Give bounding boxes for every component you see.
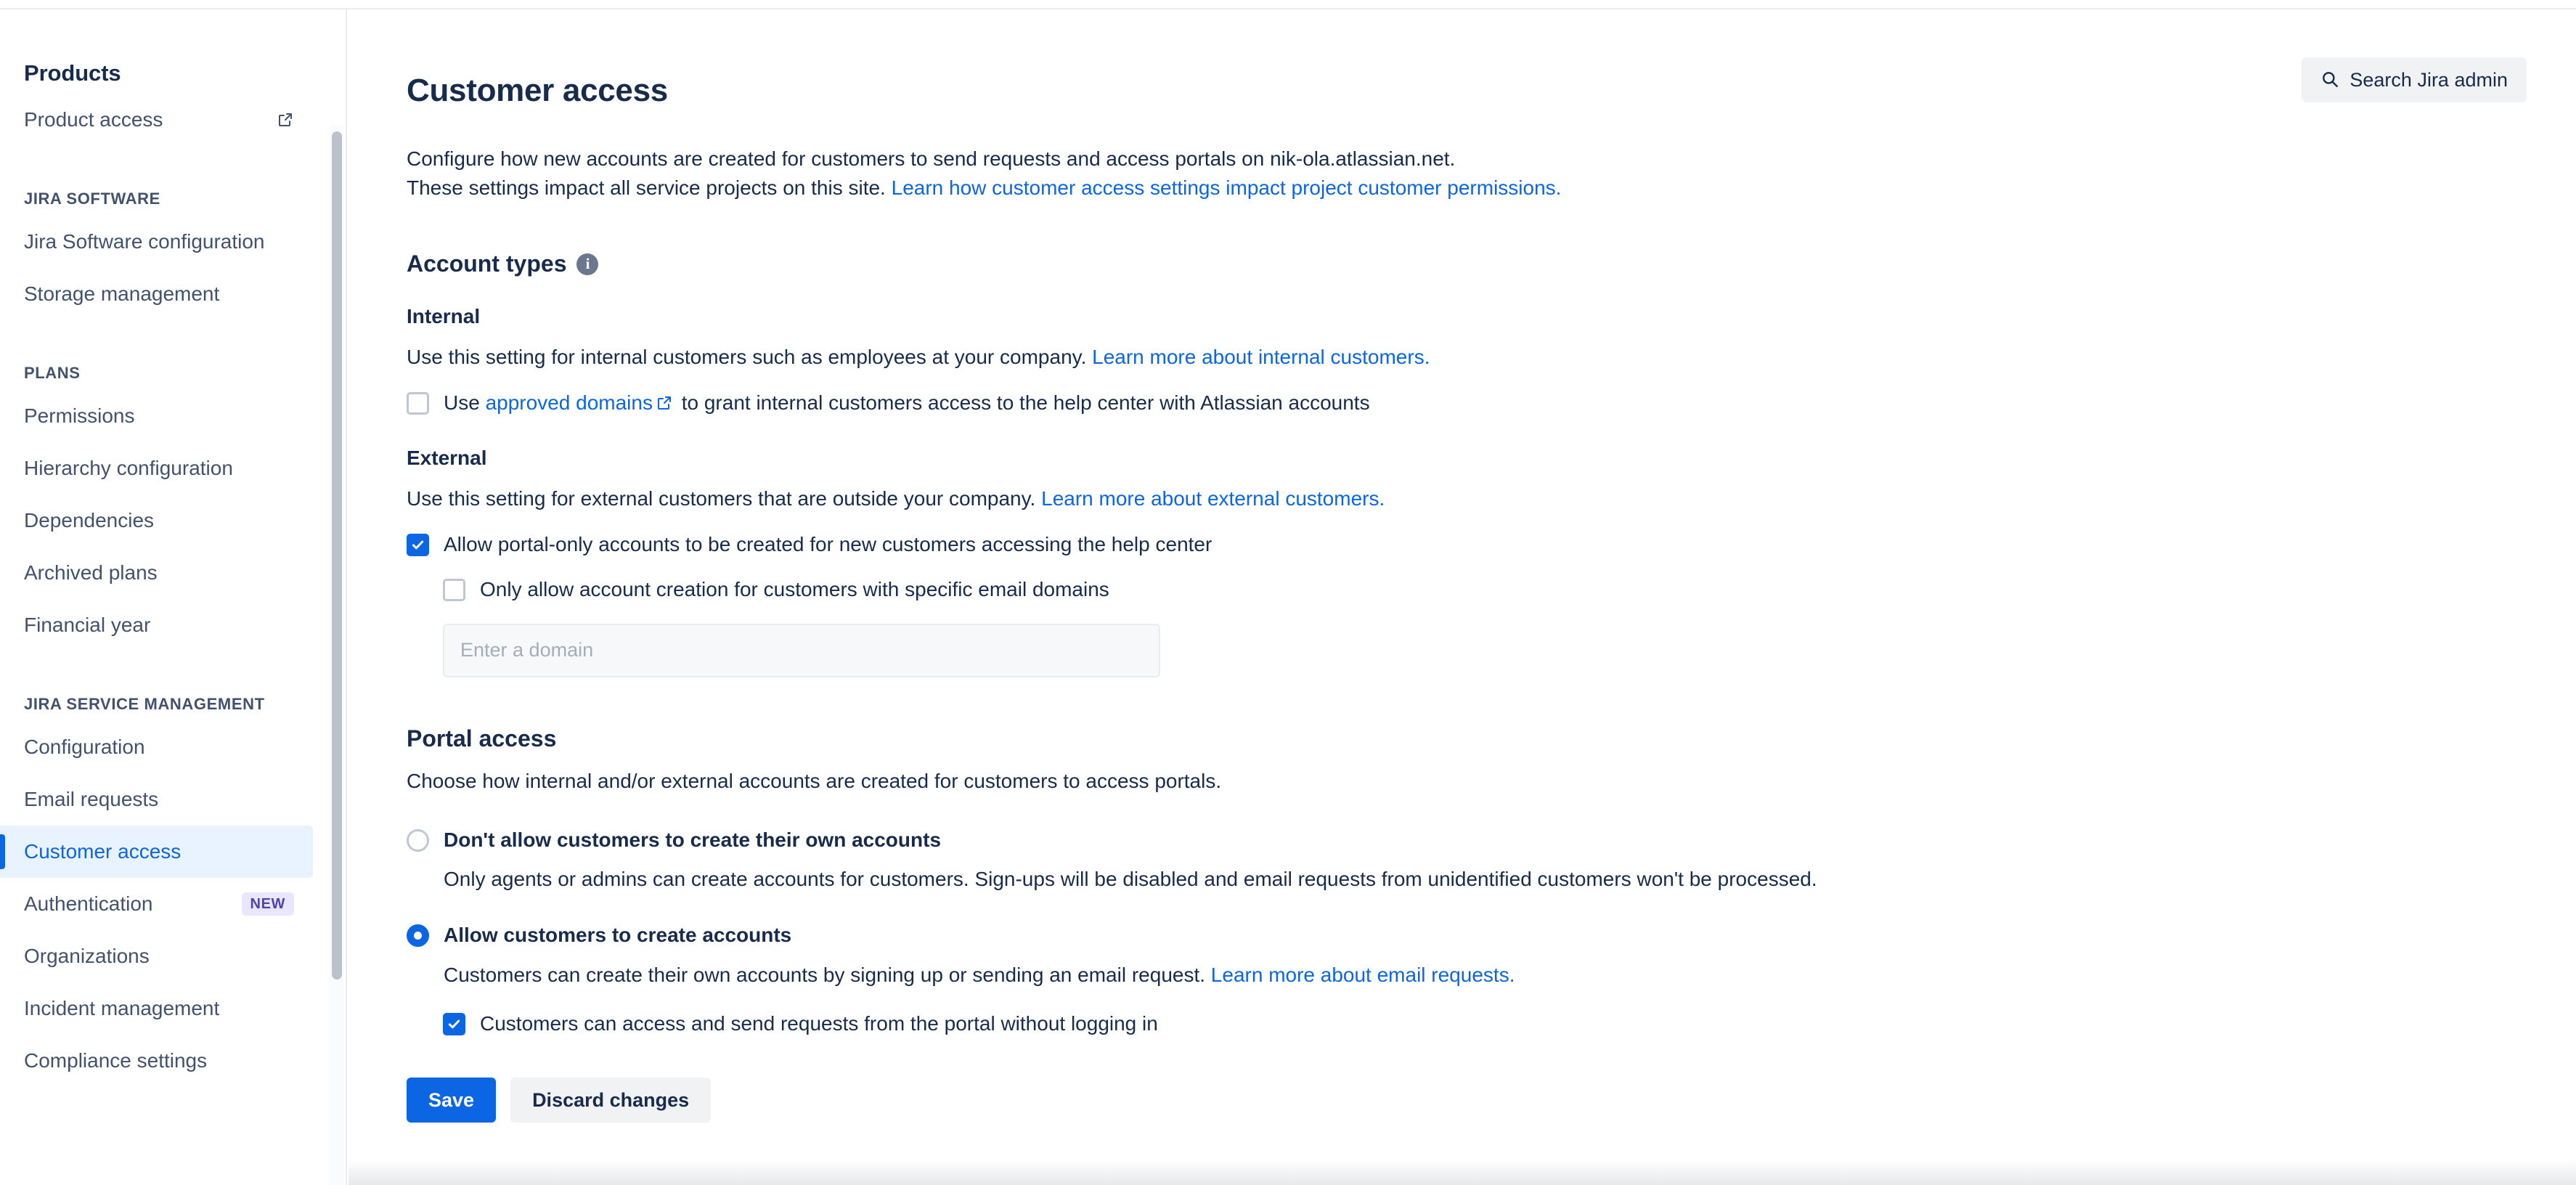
sidebar-group-jira-software: JIRA SOFTWARE — [24, 190, 160, 208]
internal-description: Use this setting for internal customers … — [407, 343, 2512, 371]
external-description: Use this setting for external customers … — [407, 484, 2512, 513]
sidebar-item-label: Dependencies — [24, 509, 155, 532]
admin-sidebar: Products Product access JIRA SOFTWARE Ji… — [0, 9, 347, 1185]
radio-dont-allow-label: Don't allow customers to create their ow… — [444, 828, 942, 851]
learn-more-internal-customers-link[interactable]: Learn more about internal customers. — [1092, 346, 1430, 368]
sidebar-item-storage-management[interactable]: Storage management — [0, 268, 313, 320]
page-title: Customer access — [407, 73, 668, 109]
sidebar-item-organizations[interactable]: Organizations — [0, 930, 313, 982]
radio-dont-allow-row[interactable]: Don't allow customers to create their ow… — [407, 827, 2512, 853]
search-button-label: Search Jira admin — [2349, 68, 2508, 91]
sidebar-item-label: Organizations — [24, 945, 150, 967]
radio-allow-create-description: Customers can create their own accounts … — [444, 961, 2512, 989]
radio-allow-create-label: Allow customers to create accounts — [444, 924, 792, 947]
portal-without-login-checkbox-row[interactable]: Customers can access and send requests f… — [443, 1011, 2512, 1037]
intro-line-2-prefix: These settings impact all service projec… — [407, 176, 892, 200]
approved-domains-checkbox-row[interactable]: Use approved domains to grant internal c… — [407, 390, 2512, 418]
domain-input[interactable] — [443, 623, 1160, 677]
sidebar-item-permissions[interactable]: Permissions — [0, 390, 313, 442]
approved-domains-text-after: to grant internal customers access to th… — [675, 391, 1370, 415]
main-content: Customer access Search Jira admin Config… — [349, 9, 2576, 1185]
sidebar-item-jira-software-configuration[interactable]: Jira Software configuration — [0, 216, 313, 268]
external-link-icon — [656, 392, 673, 418]
sidebar-item-compliance-settings[interactable]: Compliance settings — [0, 1035, 313, 1087]
radio-dont-allow-accounts[interactable] — [407, 828, 429, 852]
sidebar-group-plans: PLANS — [24, 364, 81, 382]
new-badge: NEW — [241, 892, 294, 916]
sidebar-item-label: Financial year — [24, 614, 151, 636]
sidebar-item-label: Permissions — [24, 404, 135, 427]
portal-only-accounts-label: Allow portal-only accounts to be created… — [444, 532, 1212, 555]
form-actions: Save Discard changes — [407, 1078, 2512, 1123]
sidebar-scroll-content: Products Product access JIRA SOFTWARE Ji… — [0, 9, 330, 1087]
radio-allow-create-description-text: Customers can create their own accounts … — [444, 963, 1211, 986]
search-jira-admin-button[interactable]: Search Jira admin — [2302, 57, 2527, 102]
radio-dont-allow-description: Only agents or admins can create account… — [444, 868, 1817, 891]
account-types-title: Account types — [407, 251, 567, 277]
sidebar-item-label: Jira Software configuration — [24, 230, 265, 253]
radio-allow-create-row[interactable]: Allow customers to create accounts — [407, 922, 2512, 948]
sidebar-group-jira-service-management: JIRA SERVICE MANAGEMENT — [24, 695, 265, 713]
sidebar-item-customer-access[interactable]: Customer access — [0, 826, 313, 878]
sidebar-item-incident-management[interactable]: Incident management — [0, 982, 313, 1035]
approved-domains-link[interactable]: approved domains — [486, 391, 653, 414]
sidebar-item-label: Email requests — [24, 788, 159, 810]
sidebar-item-label: Incident management — [24, 997, 220, 1019]
learn-more-email-requests-link[interactable]: Learn more about email requests. — [1211, 964, 1515, 986]
specific-email-domains-checkbox[interactable] — [443, 579, 465, 602]
sidebar-item-email-requests[interactable]: Email requests — [0, 773, 313, 826]
sidebar-item-label: Customer access — [24, 840, 182, 863]
sidebar-item-dependencies[interactable]: Dependencies — [0, 494, 313, 547]
portal-without-login-checkbox[interactable] — [443, 1012, 465, 1035]
search-icon — [2320, 70, 2339, 91]
sidebar-item-authentication[interactable]: Authentication NEW — [0, 878, 313, 930]
portal-only-accounts-checkbox-row[interactable]: Allow portal-only accounts to be created… — [407, 532, 2512, 558]
sidebar-item-label: Product access — [24, 108, 163, 131]
approved-domains-checkbox[interactable] — [407, 392, 429, 415]
app-window: Products Product access JIRA SOFTWARE Ji… — [0, 0, 2576, 1185]
portal-access-title: Portal access — [407, 725, 557, 752]
portal-only-accounts-checkbox[interactable] — [407, 533, 429, 556]
specific-email-domains-label: Only allow account creation for customer… — [480, 578, 1109, 601]
intro-line-2: These settings impact all service projec… — [407, 174, 2512, 203]
sidebar-item-label: Configuration — [24, 736, 145, 758]
sidebar-item-product-access[interactable]: Product access — [0, 94, 313, 146]
external-subheading: External — [407, 446, 487, 469]
portal-access-description: Choose how internal and/or external acco… — [407, 769, 1222, 792]
sidebar-heading: Products — [24, 60, 121, 86]
specific-email-domains-checkbox-row[interactable]: Only allow account creation for customer… — [443, 577, 2512, 603]
learn-more-external-customers-link[interactable]: Learn more about external customers. — [1041, 487, 1385, 510]
save-button[interactable]: Save — [407, 1078, 497, 1123]
sidebar-item-label: Hierarchy configuration — [24, 457, 233, 479]
sidebar-item-configuration[interactable]: Configuration — [0, 721, 313, 773]
sidebar-item-label: Archived plans — [24, 561, 158, 584]
account-types-heading: Account types i — [407, 251, 2512, 277]
portal-access-heading: Portal access — [407, 725, 2512, 752]
sidebar-item-financial-year[interactable]: Financial year — [0, 599, 313, 651]
external-description-text: Use this setting for external customers … — [407, 486, 1042, 510]
portal-without-login-label: Customers can access and send requests f… — [480, 1011, 1158, 1035]
approved-domains-text-before: Use — [444, 391, 486, 415]
sidebar-item-label: Storage management — [24, 282, 220, 305]
sidebar-scrollbar-thumb[interactable] — [332, 131, 342, 980]
radio-allow-create-accounts[interactable] — [407, 924, 429, 948]
intro-line-1: Configure how new accounts are created f… — [407, 147, 1456, 170]
sidebar-item-archived-plans[interactable]: Archived plans — [0, 547, 313, 599]
internal-description-text: Use this setting for internal customers … — [407, 346, 1093, 369]
settings-form: Configure how new accounts are created f… — [407, 144, 2512, 1123]
discard-changes-button[interactable]: Discard changes — [510, 1078, 712, 1123]
sidebar-item-hierarchy-configuration[interactable]: Hierarchy configuration — [0, 442, 313, 494]
info-icon[interactable]: i — [576, 253, 599, 275]
sidebar-item-label: Authentication — [24, 892, 153, 915]
learn-how-customer-access-link[interactable]: Learn how customer access settings impac… — [892, 176, 1562, 199]
approved-domains-checkbox-label: Use approved domains to grant internal c… — [444, 390, 1370, 418]
external-link-icon — [277, 111, 294, 129]
sidebar-item-label: Compliance settings — [24, 1049, 208, 1072]
internal-subheading: Internal — [407, 305, 481, 328]
